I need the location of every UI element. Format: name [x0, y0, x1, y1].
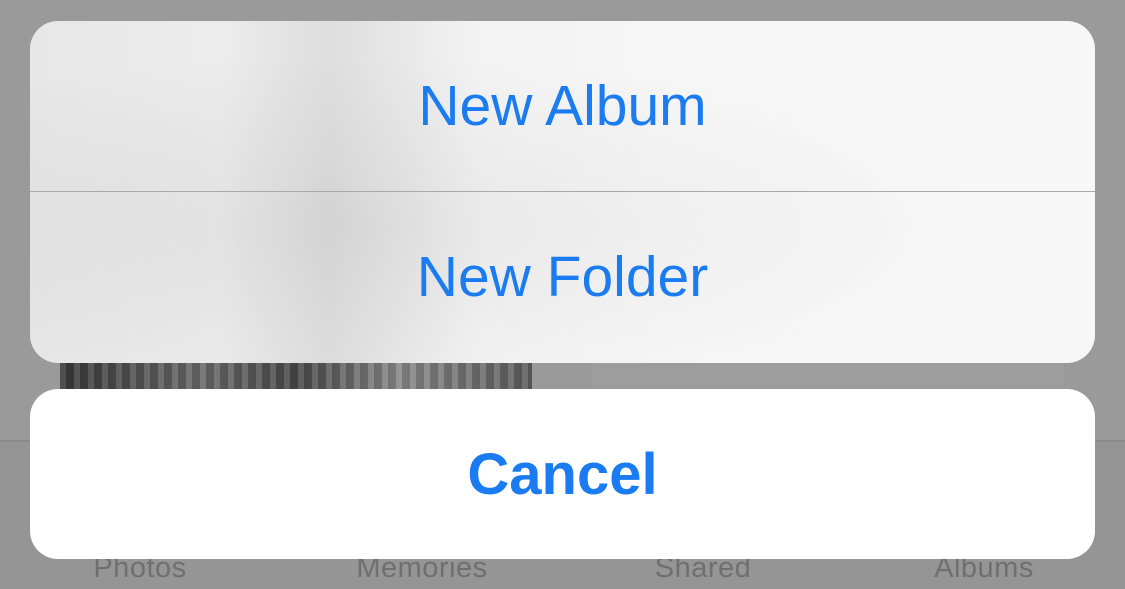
action-sheet-options: New Album New Folder — [30, 21, 1095, 363]
new-folder-button[interactable]: New Folder — [30, 192, 1095, 362]
new-album-button[interactable]: New Album — [30, 21, 1095, 191]
cancel-button[interactable]: Cancel — [30, 389, 1095, 559]
